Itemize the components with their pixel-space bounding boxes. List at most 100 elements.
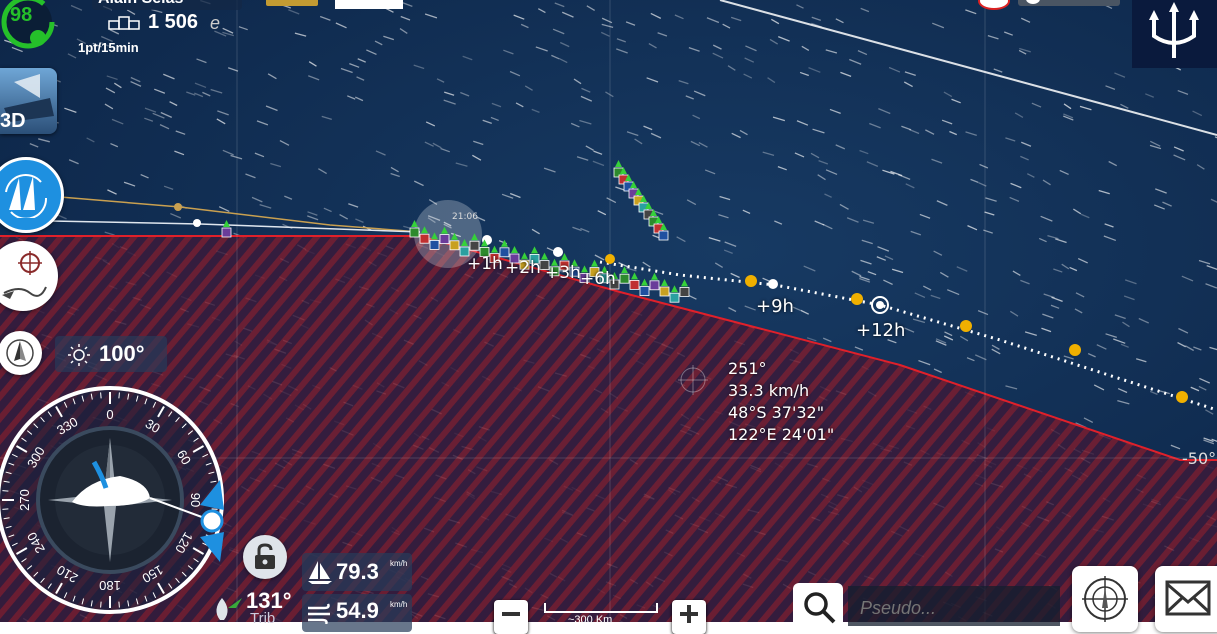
compass-tick-label: 270 [17, 489, 32, 511]
cursor-latitude: 48°S 37'32" [728, 402, 834, 424]
trident-logo [1132, 0, 1217, 68]
fleet-boat-marker[interactable] [430, 240, 439, 249]
boat-speed-value: 79.3 [336, 559, 379, 585]
compass-tick [101, 602, 102, 608]
heading-lock-button[interactable] [243, 535, 287, 579]
zoom-in-button[interactable] [672, 600, 706, 634]
route-waypoint [605, 254, 615, 264]
boat-speed-unit: km/h [390, 559, 410, 568]
compass-tick [119, 602, 120, 608]
fleet-boat-marker[interactable] [440, 235, 449, 244]
cursor-heading: 251° [728, 358, 834, 380]
search-input[interactable] [858, 594, 1057, 622]
latitude-label: -50° [1182, 449, 1216, 468]
fleet-boat-marker[interactable] [470, 241, 479, 250]
scale-label: ~300 Km [568, 614, 612, 626]
compass-tick [2, 509, 8, 510]
compass-tick-label: 180 [99, 578, 121, 593]
rank-value: 98 [10, 4, 32, 27]
wind-handle[interactable] [202, 511, 222, 531]
points-unit: e [210, 13, 220, 34]
radar-icon [1080, 574, 1130, 624]
sailboat-compass-icon [4, 337, 36, 369]
wind-speed-unit: km/h [390, 600, 410, 609]
fleet-boat-marker[interactable] [420, 234, 429, 243]
minus-icon [502, 612, 520, 616]
compass-dial[interactable]: 0306090120150180210240270300330 [0, 380, 238, 630]
fleet-time-label: 21:06 [452, 212, 478, 222]
autopilot-button[interactable] [0, 241, 58, 311]
messages-button[interactable] [1155, 566, 1217, 632]
track-point [193, 219, 201, 227]
rank-badge[interactable]: 98 [0, 0, 56, 50]
banner-button[interactable] [266, 0, 318, 6]
twa-value: 100° [99, 341, 145, 367]
fleet-boat-marker[interactable] [620, 274, 629, 283]
track-point [174, 203, 182, 211]
top-panel-button[interactable] [335, 0, 403, 9]
twa-display: 100° [55, 336, 167, 372]
player-name-bar: Alain Selas [92, 0, 242, 10]
fleet-boat-marker[interactable] [670, 293, 679, 302]
route-label-9h: +9h [756, 296, 794, 317]
player-name: Alain Selas [98, 0, 183, 8]
search-field[interactable] [848, 586, 1060, 626]
fleet-boat-marker[interactable] [450, 241, 459, 250]
points-value: 1 506 [148, 11, 198, 34]
envelope-icon [1165, 580, 1211, 616]
fleet-boat-marker[interactable] [410, 228, 419, 237]
sail-name: Trib [250, 610, 275, 627]
route-waypoint [851, 293, 863, 305]
route-label-1h: +1h [467, 254, 503, 274]
search-icon [801, 589, 837, 625]
plus-icon-v [687, 605, 691, 623]
sails-icon [1, 172, 51, 218]
route-waypoint [1069, 344, 1081, 356]
compass-tick-label: 0 [106, 407, 113, 422]
compass-tick [212, 509, 218, 510]
compass-tick [119, 392, 120, 398]
cursor-longitude: 122°E 24'01" [728, 424, 834, 446]
zoom-out-button[interactable] [494, 600, 528, 634]
heading-boat-icon [210, 594, 244, 622]
wind-speed-panel: 54.9 km/h [302, 594, 412, 632]
route-label-2h: +2h [505, 258, 541, 278]
view-3d-button[interactable]: 3D [0, 68, 57, 134]
compass-tick [2, 491, 8, 492]
unlock-icon [253, 543, 277, 571]
radar-button[interactable] [1072, 566, 1138, 632]
points-rate: 1pt/15min [78, 40, 139, 55]
fleet-boat-marker[interactable] [660, 287, 669, 296]
wind-speed-value: 54.9 [336, 598, 379, 624]
sail-trim-button[interactable] [0, 331, 42, 375]
route-waypoint [768, 279, 778, 289]
fleet-boat-marker[interactable] [650, 281, 659, 290]
compass-tick [101, 392, 102, 398]
toggle-knob [1026, 0, 1040, 4]
fleet-boat-marker[interactable] [222, 228, 231, 237]
wind-icon [306, 602, 334, 624]
search-button[interactable] [793, 583, 843, 633]
fleet-boat-marker[interactable] [630, 280, 639, 289]
fleet-boat-marker[interactable] [680, 287, 689, 296]
target-route-icon [0, 249, 50, 303]
scale-bar [544, 603, 658, 613]
route-label-12h: +12h [856, 320, 905, 341]
fleet-boat-marker[interactable] [659, 231, 668, 240]
sailboat-icon [306, 559, 334, 585]
view-3d-label: 3D [0, 110, 26, 133]
boat-speed-panel: 79.3 km/h [302, 553, 412, 591]
route-waypoint [1176, 391, 1188, 403]
route-waypoint [960, 320, 972, 332]
trident-icon [1132, 0, 1217, 68]
route-waypoint [553, 247, 563, 257]
route-label-3h: +3h [545, 263, 581, 283]
sun-icon [67, 343, 91, 367]
top-right-toggle[interactable] [1018, 0, 1120, 6]
route-label-6h: +6h [580, 269, 616, 289]
cursor-info: 251° 33.3 km/h 48°S 37'32" 122°E 24'01" [728, 358, 834, 446]
points-icon [108, 15, 144, 31]
route-waypoint [745, 275, 757, 287]
route-waypoint [876, 301, 884, 309]
fleet-boat-marker[interactable] [640, 287, 649, 296]
